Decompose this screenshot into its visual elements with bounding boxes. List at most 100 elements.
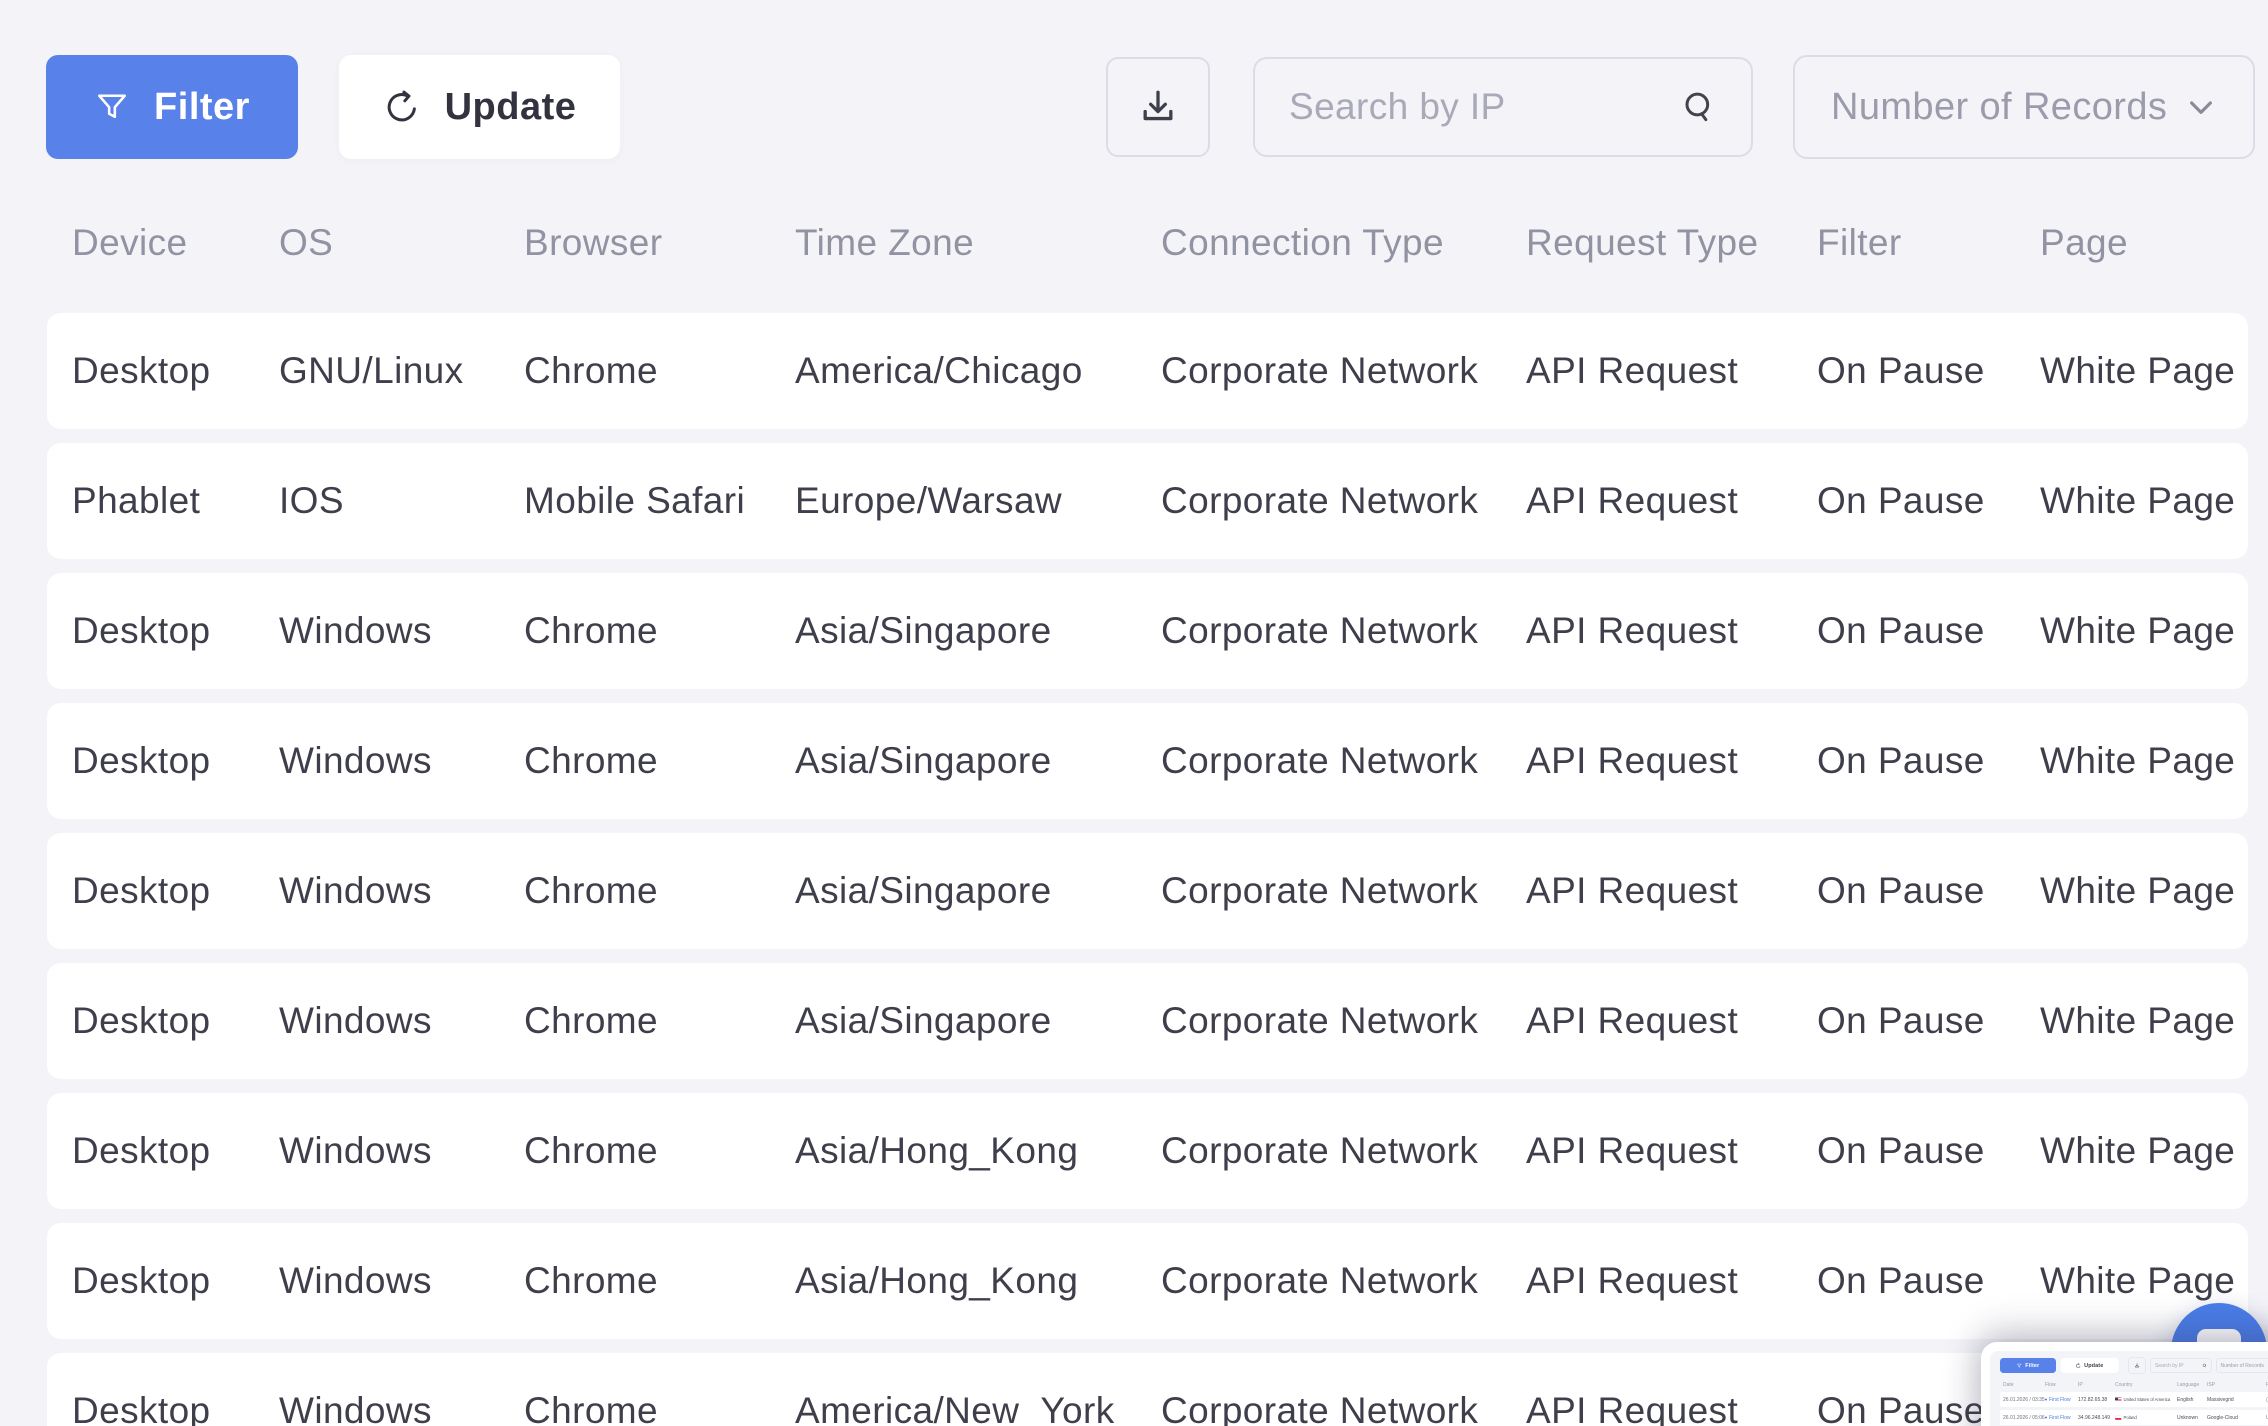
cell-filter: On Pause	[1817, 610, 1985, 651]
cell-page: White Page	[2040, 740, 2236, 781]
column-header-browser: Browser	[524, 222, 663, 263]
cell-timezone: Asia/Singapore	[795, 740, 1052, 781]
download-icon	[2135, 1363, 2139, 1368]
cell-connection-type: Corporate Network	[1161, 480, 1479, 521]
preview-col-language: Language	[2177, 1381, 2200, 1388]
cell-timezone: Asia/Singapore	[795, 610, 1052, 651]
table-row[interactable]: Desktop Windows Chrome Asia/Singapore Co…	[47, 573, 2248, 689]
cell-filter: On Pause	[1817, 1260, 1985, 1301]
search-icon	[2202, 1363, 2206, 1368]
preview-cell-isp: Google-Cloud	[2207, 1414, 2238, 1421]
preview-cell-country: United States of America	[2115, 1397, 2177, 1402]
chevron-down-icon	[2185, 91, 2217, 123]
screenshot-preview-thumbnail[interactable]: Filter Update Search by IP Number of Rec…	[1981, 1342, 2268, 1426]
cell-device: Desktop	[72, 610, 211, 651]
cell-os: Windows	[279, 1260, 432, 1301]
flow-dot-icon	[2045, 1398, 2047, 1401]
search-icon[interactable]	[1679, 87, 1719, 127]
cell-connection-type: Corporate Network	[1161, 1000, 1479, 1041]
preview-cell-flow: First Flow	[2045, 1397, 2078, 1402]
preview-col-isp: ISP	[2207, 1381, 2216, 1388]
traffic-records-page: Filter Update Number of	[0, 0, 2268, 1426]
cell-filter: On Pause	[1817, 1130, 1985, 1171]
screenshot-preview-image: Filter Update Search by IP Number of Rec…	[1990, 1351, 2268, 1426]
cell-browser: Mobile Safari	[524, 480, 746, 521]
column-header-filter: Filter	[1817, 222, 1902, 263]
table-row[interactable]: Desktop Windows Chrome Asia/Singapore Co…	[47, 703, 2248, 819]
cell-request-type: API Request	[1526, 1000, 1739, 1041]
cell-device: Desktop	[72, 1260, 211, 1301]
cell-connection-type: Corporate Network	[1161, 1260, 1479, 1301]
preview-cell-ip: 34.96.248.149	[2078, 1414, 2110, 1421]
cell-filter: On Pause	[1817, 350, 1985, 391]
search-input[interactable]	[1287, 85, 1663, 129]
cell-os: Windows	[279, 870, 432, 911]
table-row[interactable]: Desktop Windows Chrome Asia/Hong_Kong Co…	[47, 1223, 2248, 1339]
cell-page: White Page	[2040, 350, 2236, 391]
cell-request-type: API Request	[1526, 1390, 1739, 1426]
cell-request-type: API Request	[1526, 1260, 1739, 1301]
cell-request-type: API Request	[1526, 350, 1739, 391]
cell-page: White Page	[2040, 610, 2236, 651]
preview-records-label: Number of Records	[2220, 1362, 2264, 1369]
cell-page: White Page	[2040, 480, 2236, 521]
cell-page: White Page	[2040, 1000, 2236, 1041]
cell-timezone: Asia/Hong_Kong	[795, 1260, 1079, 1301]
table-row[interactable]: Desktop Windows Chrome Asia/Hong_Kong Co…	[47, 1093, 2248, 1209]
table-row[interactable]: Desktop Windows Chrome Asia/Singapore Co…	[47, 963, 2248, 1079]
preview-table-row: 26.01.2026 / 03:35 First Flow 172.82.65.…	[2000, 1392, 2268, 1407]
cell-os: GNU/Linux	[279, 350, 464, 391]
column-header-os: OS	[279, 222, 334, 263]
table-row[interactable]: Phablet IOS Mobile Safari Europe/Warsaw …	[47, 443, 2248, 559]
column-header-request-type: Request Type	[1526, 222, 1759, 263]
cell-os: Windows	[279, 1390, 432, 1426]
cell-connection-type: Corporate Network	[1161, 740, 1479, 781]
cell-browser: Chrome	[524, 350, 658, 391]
table-row[interactable]: Desktop Windows Chrome America/New_York …	[47, 1353, 2248, 1426]
preview-table-row: 26.01.2026 / 05:06 First Flow 34.96.248.…	[2000, 1410, 2268, 1425]
column-header-timezone: Time Zone	[795, 222, 975, 263]
preview-cell-flow: First Flow	[2045, 1415, 2078, 1420]
preview-search-placeholder: Search by IP	[2155, 1362, 2184, 1369]
cell-os: Windows	[279, 740, 432, 781]
preview-update-label: Update	[2084, 1362, 2104, 1369]
cell-timezone: America/Chicago	[795, 350, 1083, 391]
table-row[interactable]: Desktop Windows Chrome Asia/Singapore Co…	[47, 833, 2248, 949]
funnel-icon	[94, 89, 130, 125]
preview-download-button	[2128, 1357, 2146, 1374]
number-of-records-label: Number of Records	[1831, 85, 2168, 128]
cell-browser: Chrome	[524, 610, 658, 651]
cell-connection-type: Corporate Network	[1161, 350, 1479, 391]
cell-timezone: America/New_York	[795, 1390, 1115, 1426]
screenshot-preview-content: Filter Update Search by IP Number of Rec…	[1990, 1351, 2268, 1426]
funnel-icon	[2017, 1363, 2022, 1368]
table-row[interactable]: Desktop GNU/Linux Chrome America/Chicago…	[47, 313, 2248, 429]
preview-cell-language: Unknown	[2177, 1414, 2198, 1421]
preview-cell-country: Poland	[2115, 1415, 2177, 1420]
cell-request-type: API Request	[1526, 1130, 1739, 1171]
cell-device: Phablet	[72, 480, 201, 521]
number-of-records-select[interactable]: Number of Records	[1793, 55, 2255, 159]
preview-cell-date: 26.01.2026 / 05:06	[2003, 1414, 2045, 1421]
table-header-row: Device OS Browser Time Zone Connection T…	[47, 222, 2248, 264]
poland-flag-icon	[2115, 1415, 2122, 1420]
refresh-icon	[383, 88, 421, 126]
cell-timezone: Asia/Singapore	[795, 1000, 1052, 1041]
cell-browser: Chrome	[524, 1260, 658, 1301]
preview-col-flow: Flow	[2045, 1381, 2056, 1388]
preview-cell-date: 26.01.2026 / 03:35	[2003, 1396, 2045, 1403]
preview-table-header: Date Flow IP Country Language ISP Re	[2000, 1380, 2268, 1389]
download-button[interactable]	[1106, 57, 1210, 157]
update-button[interactable]: Update	[339, 55, 620, 159]
preview-search-field: Search by IP	[2150, 1358, 2212, 1373]
filter-button[interactable]: Filter	[46, 55, 298, 159]
preview-toolbar: Filter Update Search by IP Number of Rec…	[2000, 1357, 2268, 1374]
table-body: Desktop GNU/Linux Chrome America/Chicago…	[47, 313, 2248, 1426]
column-header-connection-type: Connection Type	[1161, 222, 1445, 263]
refresh-icon	[2076, 1363, 2081, 1368]
filter-button-label: Filter	[154, 85, 250, 128]
cell-device: Desktop	[72, 870, 211, 911]
search-by-ip-field	[1253, 57, 1753, 157]
cell-os: Windows	[279, 1130, 432, 1171]
preview-filter-button: Filter	[2000, 1358, 2056, 1373]
